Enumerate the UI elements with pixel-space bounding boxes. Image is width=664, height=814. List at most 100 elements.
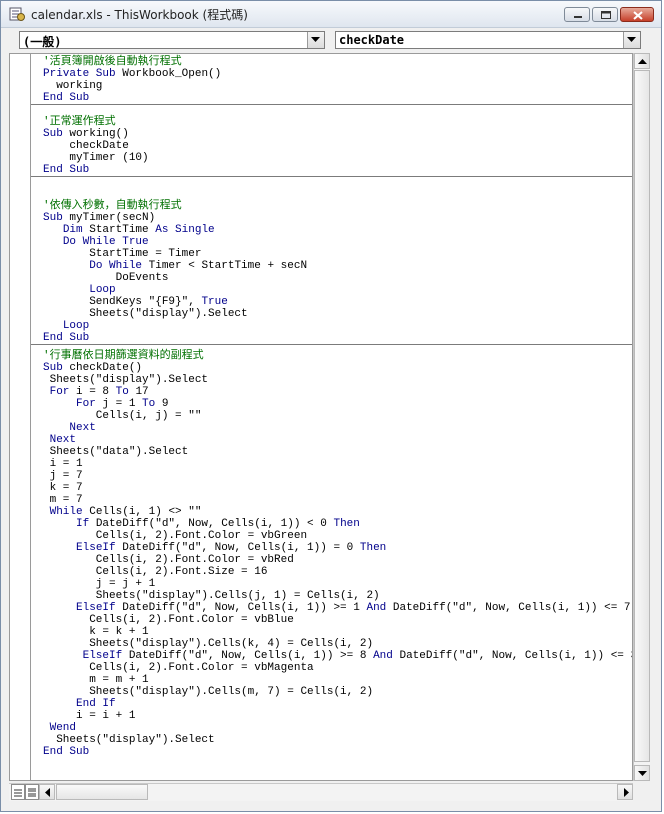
code-line[interactable]: myTimer (10) <box>43 152 148 164</box>
code-line[interactable]: Cells(i, 2).Font.Color = vbBlue <box>43 614 294 626</box>
code-line[interactable]: i = i + 1 <box>43 710 135 722</box>
title-bar[interactable]: calendar.xls - ThisWorkbook (程式碼) <box>1 1 661 28</box>
scroll-right-button[interactable] <box>617 784 633 800</box>
code-line[interactable]: Sub checkDate() <box>43 362 142 374</box>
code-line[interactable]: Loop <box>43 320 89 332</box>
horizontal-scrollbar[interactable] <box>39 784 633 800</box>
code-line[interactable]: Cells(i, 2).Font.Color = vbMagenta <box>43 662 313 674</box>
code-token: 17 <box>128 386 149 398</box>
code-token: m = 7 <box>43 494 83 506</box>
code-line[interactable]: End If <box>43 698 116 710</box>
code-token: DoEvents <box>43 272 169 284</box>
code-line[interactable]: For i = 8 To 17 <box>43 386 149 398</box>
margin-indicator-bar[interactable] <box>10 54 31 780</box>
code-line[interactable]: Cells(i, 2).Font.Color = vbGreen <box>43 530 307 542</box>
minimize-button[interactable] <box>564 7 590 22</box>
keyword-token: Loop <box>89 284 116 296</box>
code-line[interactable]: Sheets("data").Select <box>43 446 189 458</box>
code-line[interactable]: Do While True <box>43 236 149 248</box>
close-button[interactable] <box>620 7 654 22</box>
code-line[interactable]: Sheets("display").Cells(k, 4) = Cells(i,… <box>43 638 373 650</box>
comment-token: '活頁簿開啟後自動執行程式 <box>43 56 182 68</box>
code-line[interactable]: StartTime = Timer <box>43 248 201 260</box>
code-line[interactable]: Wend <box>43 722 76 734</box>
code-line[interactable]: '活頁簿開啟後自動執行程式 <box>43 56 182 68</box>
keyword-token: End Sub <box>43 92 90 104</box>
object-dropdown[interactable]: (一般) <box>19 31 325 49</box>
keyword-token: To <box>142 398 156 410</box>
code-line[interactable]: End Sub <box>43 164 89 176</box>
code-line[interactable]: Do While Timer < StartTime + secN <box>43 260 307 272</box>
code-line[interactable]: If DateDiff("d", Now, Cells(i, 1)) < 0 T… <box>43 518 360 530</box>
chevron-down-icon[interactable] <box>307 32 324 48</box>
code-line[interactable]: Cells(i, 2).Font.Color = vbRed <box>43 554 294 566</box>
code-line[interactable]: Cells(i, 2).Font.Size = 16 <box>43 566 268 578</box>
code-area[interactable]: '活頁簿開啟後自動執行程式 Private Sub Workbook_Open()… <box>31 54 632 780</box>
code-line[interactable]: i = 1 <box>43 458 83 470</box>
code-line[interactable]: Next <box>43 434 76 446</box>
code-line[interactable]: SendKeys "{F9}", True <box>43 296 228 308</box>
code-line[interactable]: checkDate <box>43 140 128 152</box>
code-line[interactable]: Cells(i, j) = "" <box>43 410 202 422</box>
code-token: myTimer(secN) <box>62 212 156 224</box>
code-line[interactable]: ElseIf DateDiff("d", Now, Cells(i, 1)) >… <box>43 602 632 614</box>
code-line[interactable]: ElseIf DateDiff("d", Now, Cells(i, 1)) >… <box>43 650 632 662</box>
code-line[interactable]: k = 7 <box>43 482 83 494</box>
code-line[interactable]: '依傳入秒數，自動執行程式 <box>43 200 182 212</box>
code-token: SendKeys "{F9}", <box>43 296 202 308</box>
vertical-scrollbar[interactable] <box>633 53 650 781</box>
code-line[interactable]: End Sub <box>43 332 89 344</box>
scroll-up-button[interactable] <box>634 53 650 69</box>
code-line[interactable]: working <box>43 80 102 92</box>
code-token: j = 7 <box>43 470 83 482</box>
code-line[interactable]: Sheets("display").Select <box>43 734 214 746</box>
code-line[interactable]: Sheets("display").Cells(j, 1) = Cells(i,… <box>43 590 380 602</box>
code-line[interactable]: Next <box>43 422 95 434</box>
code-token: k = k + 1 <box>43 626 149 638</box>
code-line[interactable]: Sheets("display").Select <box>43 374 208 386</box>
code-line[interactable]: End Sub <box>43 746 89 758</box>
scroll-left-button[interactable] <box>39 784 55 800</box>
code-line[interactable]: Sub myTimer(secN) <box>43 212 155 224</box>
comment-token: '依傳入秒數，自動執行程式 <box>43 200 182 212</box>
code-line[interactable]: Sub working() <box>43 128 129 140</box>
code-line[interactable]: Private Sub Workbook_Open() <box>43 68 221 80</box>
code-line[interactable]: For j = 1 To 9 <box>43 398 168 410</box>
code-line[interactable]: While Cells(i, 1) <> "" <box>43 506 202 518</box>
code-line[interactable]: m = m + 1 <box>43 674 148 686</box>
chevron-down-icon[interactable] <box>623 32 640 48</box>
code-token: Cells(i, 2).Font.Color = vbGreen <box>43 530 308 542</box>
code-line[interactable]: End Sub <box>43 92 89 104</box>
procedure-dropdown[interactable]: checkDate <box>335 31 641 49</box>
vertical-scroll-thumb[interactable] <box>634 70 650 762</box>
code-line[interactable]: '正常運作程式 <box>43 116 116 128</box>
code-line[interactable]: j = j + 1 <box>43 578 155 590</box>
keyword-token: If <box>76 518 90 530</box>
horizontal-scroll-thumb[interactable] <box>56 784 148 800</box>
code-line[interactable]: Dim StartTime As Single <box>43 224 215 236</box>
code-line[interactable]: j = 7 <box>43 470 83 482</box>
keyword-token: End Sub <box>43 332 90 344</box>
procedure-separator <box>31 176 632 177</box>
code-line[interactable]: ElseIf DateDiff("d", Now, Cells(i, 1)) =… <box>43 542 386 554</box>
keyword-token: True <box>201 296 228 308</box>
code-line[interactable]: m = 7 <box>43 494 83 506</box>
code-line[interactable]: Sheets("display").Select <box>43 308 247 320</box>
procedure-view-button[interactable] <box>11 784 25 800</box>
code-editor[interactable]: '活頁簿開啟後自動執行程式 Private Sub Workbook_Open()… <box>9 53 633 781</box>
full-module-view-button[interactable] <box>25 784 39 800</box>
code-line[interactable]: k = k + 1 <box>43 626 149 638</box>
code-line[interactable]: Loop <box>43 284 116 296</box>
keyword-token: Next <box>49 434 77 446</box>
code-line[interactable]: DoEvents <box>43 272 169 284</box>
scroll-down-button[interactable] <box>634 765 650 781</box>
restore-button[interactable] <box>592 7 618 22</box>
code-line[interactable]: '行事曆依日期篩選資料的副程式 <box>43 350 204 362</box>
code-line[interactable]: Sheets("display").Cells(m, 7) = Cells(i,… <box>43 686 373 698</box>
